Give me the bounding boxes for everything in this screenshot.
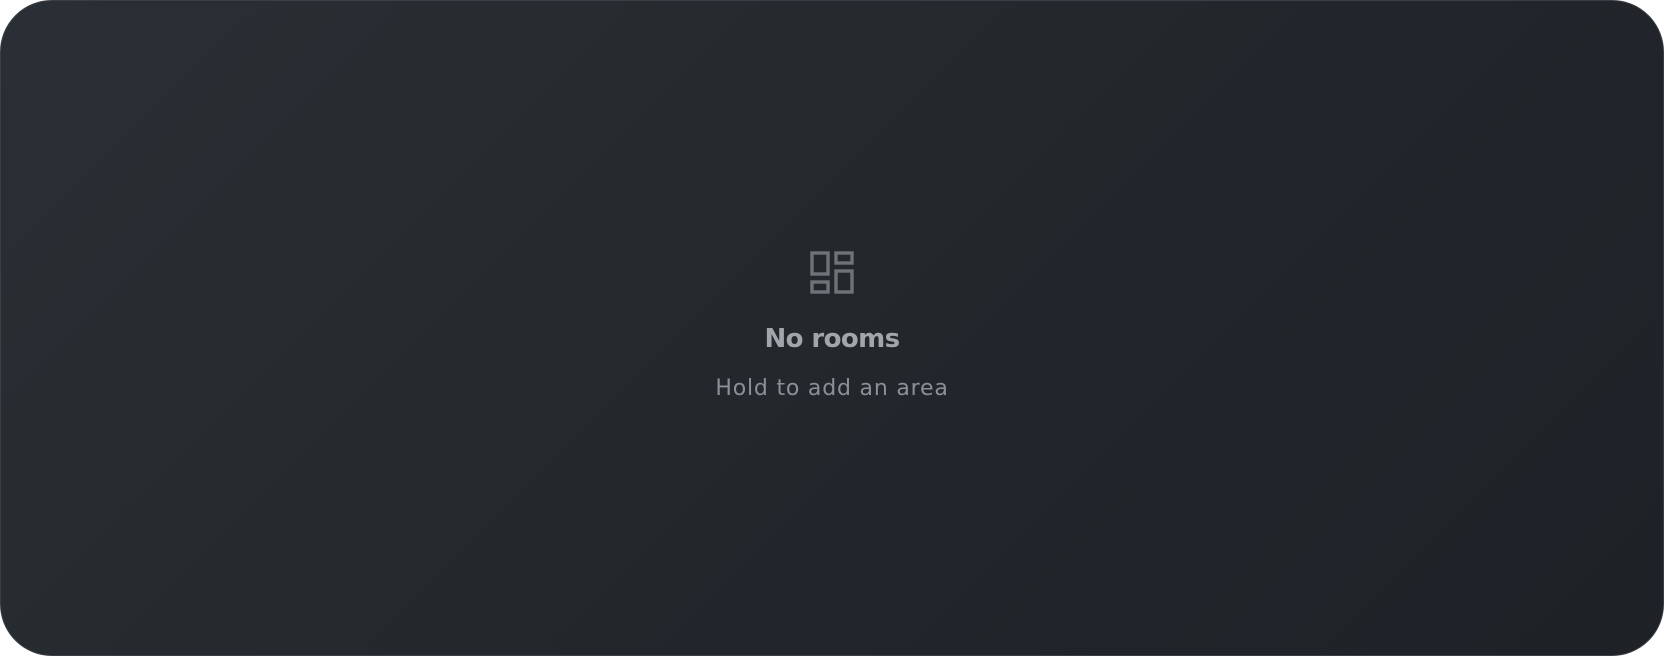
dashboard-icon xyxy=(810,251,854,294)
rooms-panel[interactable]: No rooms Hold to add an area xyxy=(0,0,1664,656)
empty-state-hint: Hold to add an area xyxy=(715,376,949,401)
empty-state-title: No rooms xyxy=(764,324,901,354)
empty-state: No rooms Hold to add an area xyxy=(1,251,1663,403)
